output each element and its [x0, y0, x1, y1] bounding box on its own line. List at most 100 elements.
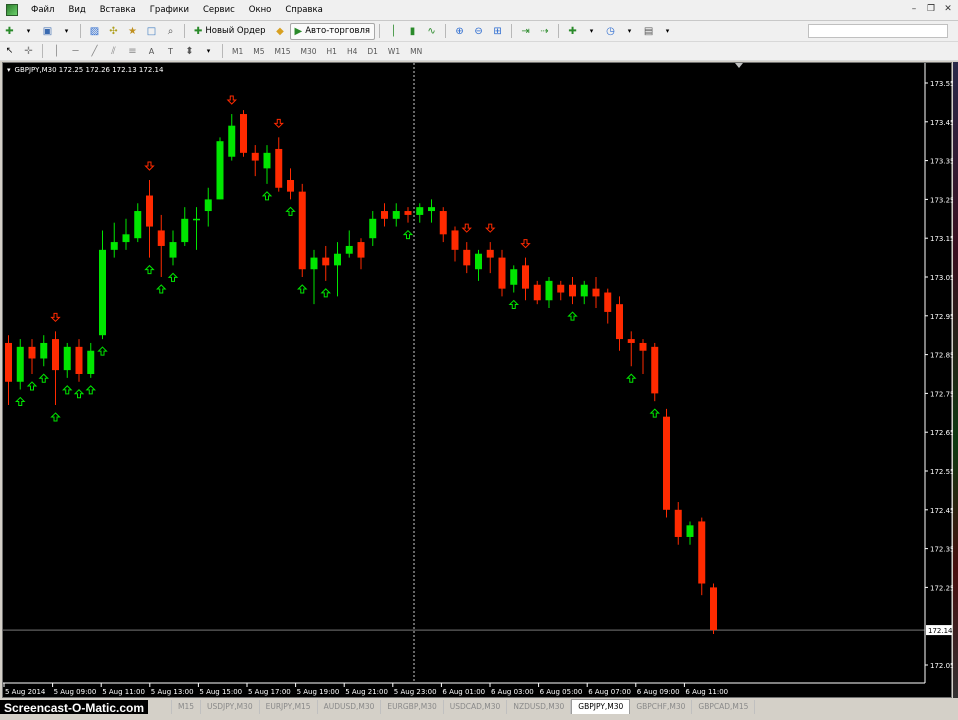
y-tick-label: 172.05: [930, 662, 953, 670]
menu-file[interactable]: Файл: [24, 5, 61, 15]
bear-candle: [28, 346, 36, 359]
timeframe-h1[interactable]: H1: [322, 47, 342, 56]
arrows-icon[interactable]: ⬍: [181, 43, 198, 59]
menu-help[interactable]: Справка: [278, 5, 329, 15]
tab-gbpjpy[interactable]: GBPJPY,M30: [571, 699, 631, 714]
timeframe-m30[interactable]: M30: [296, 47, 322, 56]
dropdown-icon[interactable]: ▾: [58, 23, 75, 39]
x-tick-label: 6 Aug 09:00: [637, 688, 680, 696]
text-label-icon[interactable]: T: [162, 43, 179, 59]
bar-chart-icon[interactable]: │: [385, 23, 402, 39]
timeframe-m5[interactable]: M5: [248, 47, 269, 56]
bear-candle: [616, 304, 623, 340]
y-tick-label: 173.45: [930, 119, 953, 127]
metaeditor-icon[interactable]: ◆: [272, 23, 289, 39]
bear-candle: [533, 284, 541, 301]
zoom-out-icon[interactable]: ⊖: [470, 23, 487, 39]
x-tick-label: 6 Aug 07:00: [588, 688, 631, 696]
chart-shift-icon[interactable]: ⇥: [517, 23, 534, 39]
minimize-icon[interactable]: –: [908, 3, 920, 15]
indicators-icon[interactable]: ✚: [564, 23, 581, 39]
close-icon[interactable]: ✕: [942, 3, 954, 15]
dropdown-icon[interactable]: ▾: [20, 23, 37, 39]
new-order-button[interactable]: ✚ Новый Ордер: [189, 23, 271, 40]
line-chart-icon[interactable]: ∿: [423, 23, 440, 39]
crosshair-icon[interactable]: ✛: [20, 43, 37, 59]
bear-candle: [569, 284, 576, 297]
sell-arrow-icon: [144, 161, 155, 171]
tile-windows-icon[interactable]: ⊞: [489, 23, 506, 39]
y-tick-label: 172.65: [930, 429, 953, 437]
new-chart-icon[interactable]: ✚: [1, 23, 18, 39]
timeframe-mn[interactable]: MN: [405, 47, 427, 56]
menu-tools[interactable]: Сервис: [196, 5, 242, 15]
menu-charts[interactable]: Графики: [143, 5, 196, 15]
bear-candle: [5, 342, 12, 382]
search-input[interactable]: [808, 24, 948, 38]
timeframe-m15[interactable]: M15: [270, 47, 296, 56]
autoscroll-icon[interactable]: ⇢: [536, 23, 553, 39]
dropdown-icon[interactable]: ▾: [621, 23, 638, 39]
menu-window[interactable]: Окно: [242, 5, 279, 15]
restore-icon[interactable]: ❐: [925, 3, 937, 15]
y-tick-label: 173.35: [930, 158, 953, 166]
tab-nzdusd[interactable]: NZDUSD,M30: [507, 700, 572, 714]
bull-candle: [40, 342, 48, 359]
auto-trading-button[interactable]: ▶ Авто-торговля: [289, 22, 376, 40]
tab-usdjpy[interactable]: USDJPY,M30: [201, 700, 260, 714]
zoom-in-icon[interactable]: ⊕: [451, 23, 468, 39]
tab-m15[interactable]: M15: [172, 700, 202, 714]
tab-usdcad[interactable]: USDCAD,M30: [444, 700, 508, 714]
tab-eurgbp[interactable]: EURGBP,M30: [381, 700, 444, 714]
timeframe-w1[interactable]: W1: [383, 47, 405, 56]
separator: [379, 24, 381, 38]
vertical-line-icon[interactable]: │: [48, 43, 65, 59]
market-watch-icon[interactable]: ▨: [86, 23, 103, 39]
dropdown-icon[interactable]: ▾: [583, 23, 600, 39]
new-order-label: Новый Ордер: [205, 26, 266, 36]
tab-eurjpy[interactable]: EURJPY,M15: [260, 700, 318, 714]
menu-insert[interactable]: Вставка: [93, 5, 143, 15]
data-window-icon[interactable]: ✣: [105, 23, 122, 39]
terminal-icon[interactable]: □: [143, 23, 160, 39]
horizontal-line-icon[interactable]: ─: [67, 43, 84, 59]
price-chart[interactable]: 173.55 173.45 173.35 173.25 173.15 173.05 172.…: [3, 63, 953, 699]
chart-menu-icon[interactable]: ▾: [7, 66, 11, 74]
buy-arrow-icon: [156, 284, 167, 294]
profiles-icon[interactable]: ▣: [39, 23, 56, 39]
timeframe-h4[interactable]: H4: [342, 47, 362, 56]
strategy-tester-icon[interactable]: ⌕: [162, 23, 179, 39]
buy-arrow-icon: [97, 346, 108, 356]
buy-arrow-icon: [26, 381, 38, 391]
bull-candle: [169, 242, 177, 258]
bull-candle: [510, 269, 518, 285]
templates-icon[interactable]: ▤: [640, 23, 657, 39]
bull-candle: [63, 346, 71, 371]
candlestick-icon[interactable]: ▮: [404, 23, 421, 39]
tab-gbpchf[interactable]: GBPCHF,M30: [630, 700, 693, 714]
buy-arrow-icon: [508, 299, 519, 310]
timeframe-m1[interactable]: M1: [227, 47, 248, 56]
menu-view[interactable]: Вид: [61, 5, 92, 15]
timeframe-d1[interactable]: D1: [362, 47, 383, 56]
text-icon[interactable]: A: [143, 43, 160, 59]
periods-icon[interactable]: ◷: [602, 23, 619, 39]
dropdown-icon[interactable]: ▾: [659, 23, 676, 39]
bear-candle: [322, 257, 330, 266]
channel-icon[interactable]: ⫽: [105, 43, 122, 59]
tab-gbpcad[interactable]: GBPCAD,M15: [692, 700, 756, 714]
bear-candle: [287, 180, 294, 192]
sell-arrow-icon: [520, 239, 531, 249]
bear-candle: [557, 284, 565, 293]
navigator-icon[interactable]: ★: [124, 23, 141, 39]
window-edge-strip: [953, 62, 958, 698]
bull-candle: [545, 280, 553, 301]
dropdown-icon[interactable]: ▾: [200, 43, 217, 59]
tab-audusd[interactable]: AUDUSD,M30: [318, 700, 382, 714]
cursor-icon[interactable]: ↖: [1, 43, 18, 59]
trendline-icon[interactable]: ╱: [86, 43, 103, 59]
sell-arrow-icon: [50, 312, 61, 323]
chart-window[interactable]: 173.55 173.45 173.35 173.25 173.15 173.05 172.…: [2, 62, 953, 699]
fibonacci-icon[interactable]: ≡: [124, 43, 141, 59]
sell-arrow-icon: [461, 223, 472, 233]
